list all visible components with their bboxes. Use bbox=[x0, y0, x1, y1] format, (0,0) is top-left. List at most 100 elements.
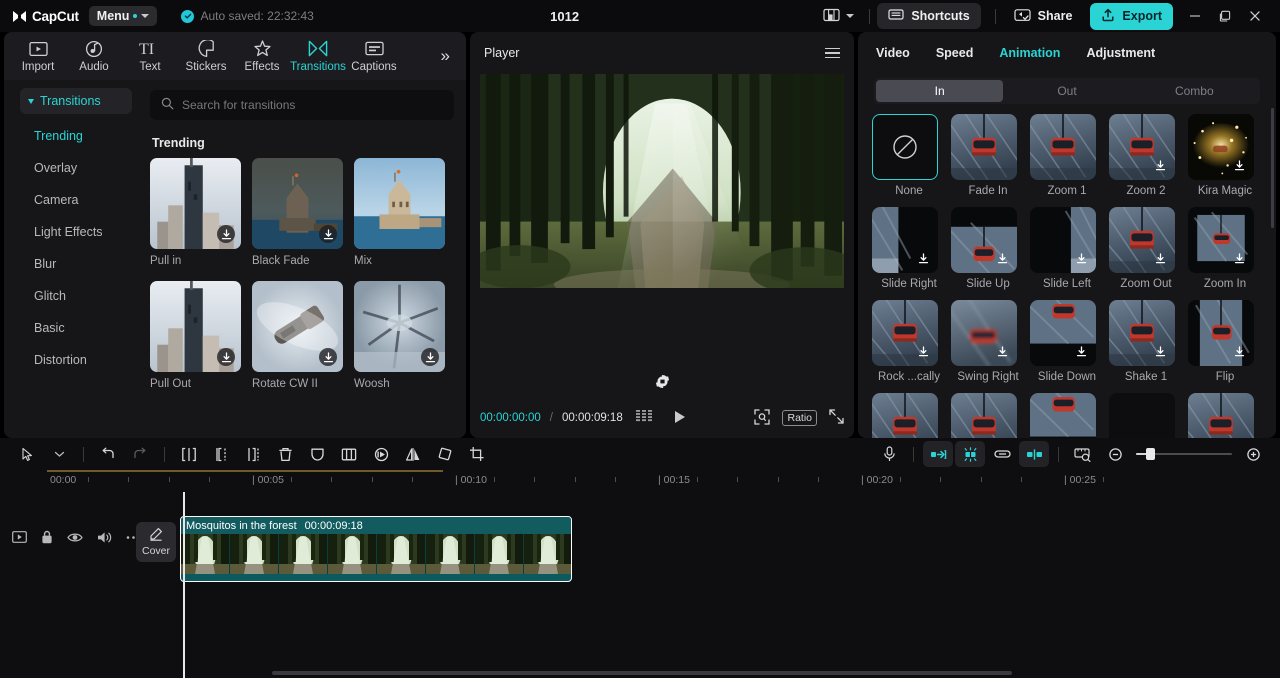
animation-thumbnail[interactable] bbox=[1109, 207, 1175, 273]
left-tab-audio[interactable]: Audio bbox=[66, 39, 122, 73]
search-transitions-input[interactable]: Search for transitions bbox=[150, 90, 454, 120]
segment-out[interactable]: Out bbox=[1003, 80, 1130, 102]
split-button[interactable] bbox=[174, 441, 204, 467]
animation-item[interactable]: Fade In bbox=[951, 114, 1029, 197]
download-icon[interactable] bbox=[993, 342, 1011, 360]
animation-thumbnail[interactable] bbox=[872, 393, 938, 438]
export-button[interactable]: Export bbox=[1090, 2, 1173, 30]
download-icon[interactable] bbox=[993, 249, 1011, 267]
segment-in[interactable]: In bbox=[876, 80, 1004, 102]
download-icon[interactable] bbox=[1230, 156, 1248, 174]
animation-item[interactable] bbox=[872, 393, 950, 438]
transition-item[interactable]: Mix bbox=[354, 158, 454, 267]
frames-icon[interactable] bbox=[635, 410, 654, 426]
animation-thumbnail[interactable] bbox=[1188, 393, 1254, 438]
zoom-out-button[interactable] bbox=[1100, 441, 1130, 467]
left-tab-text[interactable]: TI Text bbox=[122, 39, 178, 73]
timeline-ruler[interactable]: 00:00 | 00:05 | 00:10 | 00:15 | 00:20 | 00:25 bbox=[0, 470, 1280, 492]
download-icon[interactable] bbox=[1151, 156, 1169, 174]
right-tab-adjustment[interactable]: Adjustment bbox=[1086, 46, 1155, 60]
animation-item[interactable]: Kira Magic bbox=[1188, 114, 1266, 197]
animation-thumbnail[interactable] bbox=[1030, 300, 1096, 366]
category-header-transitions[interactable]: Transitions bbox=[20, 88, 132, 114]
right-tab-speed[interactable]: Speed bbox=[936, 46, 974, 60]
select-tool-dropdown[interactable] bbox=[44, 441, 74, 467]
animation-thumbnail[interactable] bbox=[1188, 114, 1254, 180]
crop-preview-icon[interactable] bbox=[754, 408, 771, 428]
category-item-camera[interactable]: Camera bbox=[4, 184, 140, 216]
zoom-slider-knob[interactable] bbox=[1146, 448, 1155, 460]
animation-thumbnail[interactable] bbox=[1109, 300, 1175, 366]
download-icon[interactable] bbox=[319, 348, 337, 366]
animation-item[interactable]: Slide Up bbox=[951, 207, 1029, 290]
animation-item[interactable] bbox=[1030, 393, 1108, 438]
left-tab-stickers[interactable]: Stickers bbox=[178, 39, 234, 73]
right-tab-animation[interactable]: Animation bbox=[999, 46, 1060, 60]
download-icon[interactable] bbox=[1230, 342, 1248, 360]
left-tab-effects[interactable]: Effects bbox=[234, 39, 290, 73]
auto-fit-button[interactable] bbox=[923, 441, 953, 467]
animation-thumbnail[interactable] bbox=[1188, 207, 1254, 273]
timeline-horizontal-scrollbar[interactable] bbox=[272, 671, 1272, 675]
zoom-in-button[interactable] bbox=[1238, 441, 1268, 467]
rotate-square-button[interactable] bbox=[430, 441, 460, 467]
animation-item[interactable]: None bbox=[872, 114, 950, 197]
transition-thumbnail[interactable] bbox=[150, 158, 241, 249]
delete-button[interactable] bbox=[270, 441, 300, 467]
download-icon[interactable] bbox=[319, 225, 337, 243]
transition-thumbnail[interactable] bbox=[252, 281, 343, 372]
zoom-slider[interactable] bbox=[1136, 447, 1232, 461]
animation-thumbnail[interactable] bbox=[1188, 300, 1254, 366]
animation-item[interactable]: Zoom 2 bbox=[1109, 114, 1187, 197]
animation-item[interactable]: Zoom 1 bbox=[1030, 114, 1108, 197]
animation-thumbnail[interactable] bbox=[951, 393, 1017, 438]
category-item-basic[interactable]: Basic bbox=[4, 312, 140, 344]
preview-scale-button[interactable] bbox=[1068, 441, 1098, 467]
download-icon[interactable] bbox=[217, 348, 235, 366]
shortcuts-button[interactable]: Shortcuts bbox=[877, 3, 981, 29]
download-icon[interactable] bbox=[914, 342, 932, 360]
category-item-overlay[interactable]: Overlay bbox=[4, 152, 140, 184]
trim-left-button[interactable] bbox=[206, 441, 236, 467]
player-current-time[interactable]: 00:00:00:00 bbox=[480, 412, 541, 424]
lock-icon[interactable] bbox=[41, 530, 53, 544]
layout-button[interactable] bbox=[815, 4, 862, 29]
eye-icon[interactable] bbox=[67, 532, 83, 543]
transition-thumbnail[interactable] bbox=[150, 281, 241, 372]
video-preview[interactable] bbox=[480, 74, 844, 292]
animation-item[interactable]: Zoom Out bbox=[1109, 207, 1187, 290]
select-tool-button[interactable] bbox=[12, 441, 42, 467]
mirror-button[interactable] bbox=[398, 441, 428, 467]
chevron-double-right-icon[interactable]: » bbox=[431, 46, 460, 66]
category-item-light-effects[interactable]: Light Effects bbox=[4, 216, 140, 248]
download-icon[interactable] bbox=[421, 348, 439, 366]
download-icon[interactable] bbox=[217, 225, 235, 243]
undo-button[interactable] bbox=[93, 441, 123, 467]
reverse-button[interactable] bbox=[366, 441, 396, 467]
transition-item[interactable]: Rotate CW II bbox=[252, 281, 352, 390]
animation-thumbnail[interactable] bbox=[1109, 114, 1175, 180]
transition-item[interactable]: Pull in bbox=[150, 158, 250, 267]
animation-item[interactable]: Slide Left bbox=[1030, 207, 1108, 290]
transition-item[interactable]: Pull Out bbox=[150, 281, 250, 390]
download-icon[interactable] bbox=[1230, 249, 1248, 267]
category-item-glitch[interactable]: Glitch bbox=[4, 280, 140, 312]
animation-item[interactable]: Swing Right bbox=[951, 300, 1029, 383]
download-icon[interactable] bbox=[914, 249, 932, 267]
close-button[interactable] bbox=[1240, 0, 1270, 32]
left-tab-transitions[interactable]: Transitions bbox=[290, 39, 346, 73]
transition-item[interactable]: Black Fade bbox=[252, 158, 352, 267]
video-clip[interactable]: Mosquitos in the forest 00:00:09:18 bbox=[180, 516, 572, 582]
animation-thumbnail[interactable] bbox=[951, 300, 1017, 366]
ratio-button[interactable]: Ratio bbox=[782, 410, 817, 426]
animation-item[interactable] bbox=[1188, 393, 1266, 438]
track-video-icon[interactable] bbox=[12, 531, 27, 543]
animation-thumbnail[interactable] bbox=[1030, 207, 1096, 273]
animation-thumbnail[interactable] bbox=[872, 300, 938, 366]
download-icon[interactable] bbox=[1072, 249, 1090, 267]
mask-button[interactable] bbox=[302, 441, 332, 467]
download-icon[interactable] bbox=[1151, 249, 1169, 267]
menu-button[interactable]: Menu bbox=[88, 6, 158, 26]
play-icon[interactable] bbox=[673, 410, 686, 427]
animation-thumbnail[interactable] bbox=[951, 207, 1017, 273]
